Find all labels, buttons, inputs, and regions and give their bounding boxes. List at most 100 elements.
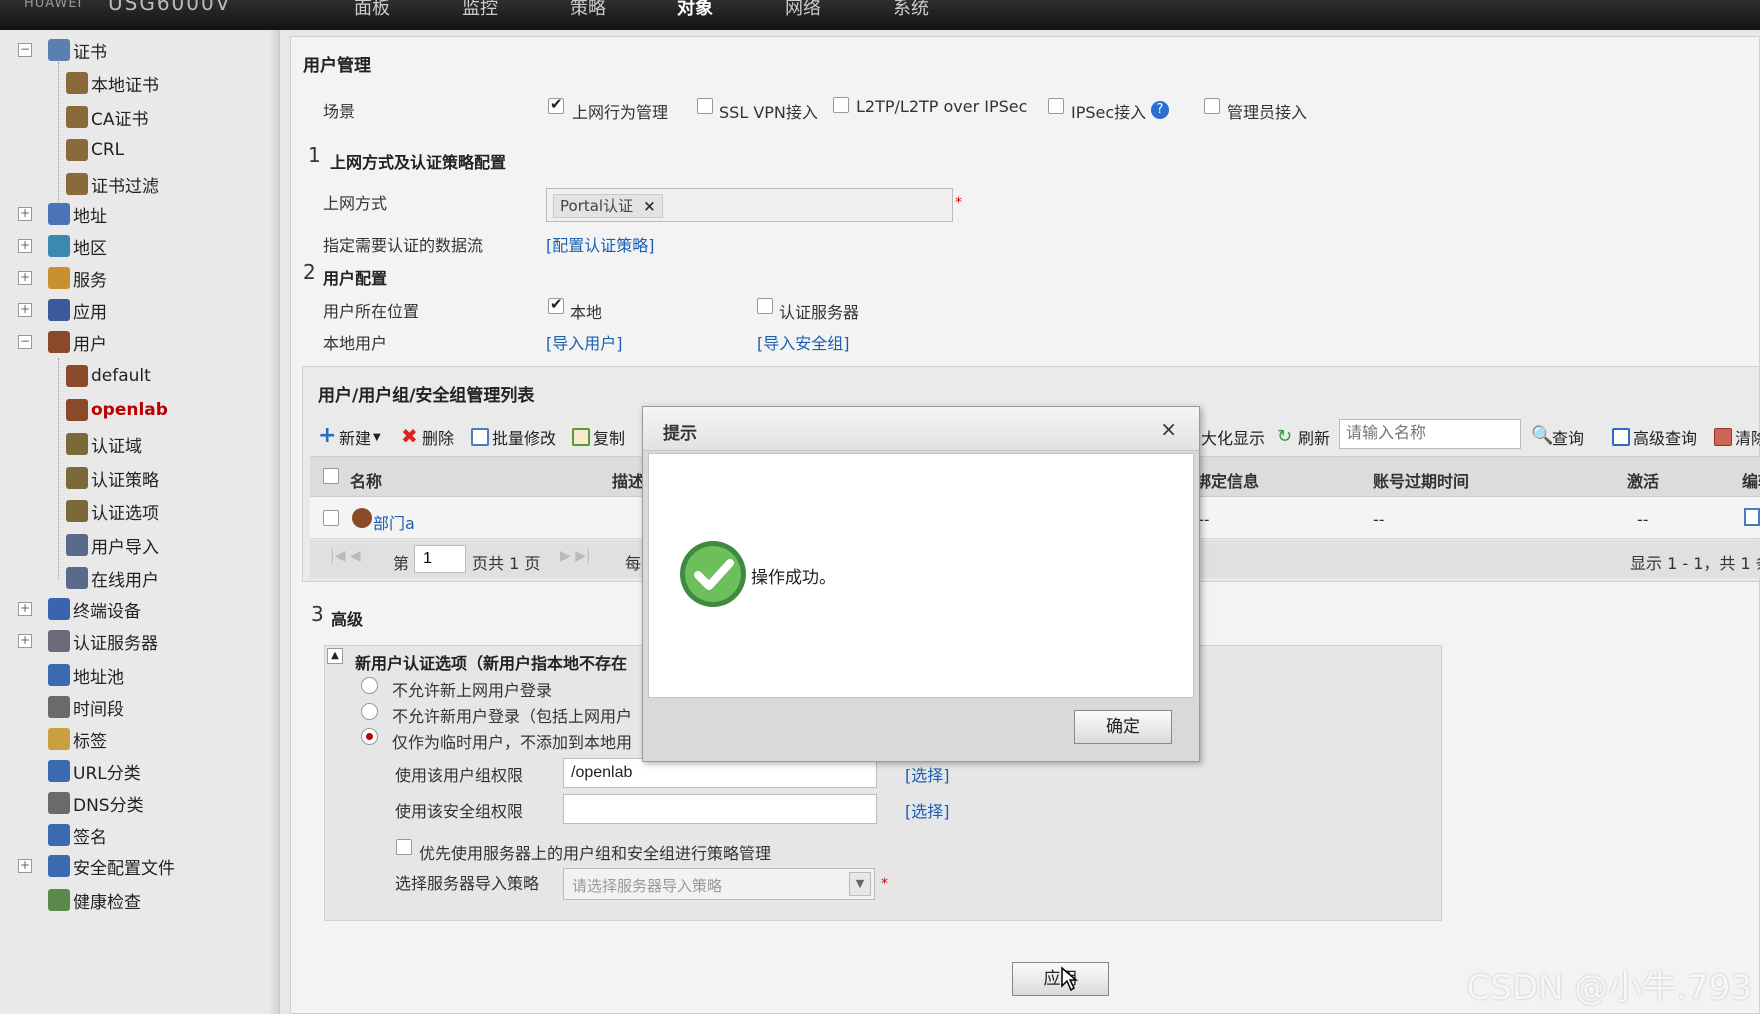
option-radio-deny-web[interactable]	[361, 677, 378, 694]
nav-policy[interactable]: 策略	[570, 0, 606, 30]
refresh-button[interactable]: ↻ 刷新	[1277, 425, 1330, 449]
group-select-link[interactable]: [选择]	[905, 762, 950, 786]
nav-object[interactable]: 对象	[677, 0, 713, 30]
batch-edit-button[interactable]: 批量修改	[471, 425, 556, 449]
nav-network[interactable]: 网络	[785, 0, 821, 30]
location-local-checkbox[interactable]	[548, 295, 564, 314]
help-icon[interactable]: ?	[1151, 101, 1169, 119]
query-button[interactable]: 🔍 查询	[1531, 425, 1584, 449]
sidebar-item-label: 证书过滤	[91, 176, 159, 197]
scene-checkbox-sslvpn[interactable]	[697, 98, 713, 114]
sidebar-item[interactable]: 认证域	[66, 430, 142, 458]
import-security-group-link[interactable]: [导入安全组]	[757, 330, 850, 354]
delete-button[interactable]: ✖ 删除	[401, 425, 454, 449]
sidebar-item[interactable]: CA证书	[66, 103, 149, 131]
sidebar-item-label: 时间段	[73, 699, 124, 720]
tree-node-icon	[66, 433, 88, 455]
sidebar-item[interactable]: default	[66, 362, 151, 390]
sidebar-item[interactable]: 在线用户	[66, 564, 159, 592]
option-radio-deny-all[interactable]	[361, 703, 378, 720]
sidebar-item[interactable]: 地址	[48, 200, 107, 228]
nav-monitor[interactable]: 监控	[462, 0, 498, 30]
sidebar-item[interactable]: 应用	[48, 296, 107, 324]
sidebar-item[interactable]: 证书	[48, 36, 107, 64]
select-all-checkbox[interactable]	[323, 468, 339, 484]
option-radio-temp-user[interactable]	[361, 728, 378, 745]
column-header-expire[interactable]: 账号过期时间	[1373, 468, 1469, 492]
collapse-icon[interactable]: −	[18, 43, 32, 57]
expand-icon[interactable]: +	[18, 207, 32, 221]
expand-icon[interactable]: +	[18, 602, 32, 616]
expand-icon[interactable]: +	[18, 859, 32, 873]
location-server-checkbox[interactable]	[757, 298, 773, 314]
scene-checkbox-web[interactable]	[548, 95, 564, 114]
tag-remove-icon[interactable]: ×	[643, 195, 656, 217]
sidebar-item[interactable]: 时间段	[48, 693, 124, 721]
dialog-message: 操作成功。	[751, 568, 836, 588]
scene-checkbox-ipsec[interactable]	[1048, 98, 1064, 114]
close-icon[interactable]: ×	[1160, 417, 1177, 441]
copy-button[interactable]: 复制	[572, 425, 625, 449]
expand-icon[interactable]: +	[18, 239, 32, 253]
dialog-ok-button[interactable]: 确定	[1074, 710, 1172, 744]
sidebar-item[interactable]: 服务	[48, 264, 107, 292]
group-permission-input[interactable]	[563, 758, 877, 788]
sidebar-item-label: 终端设备	[73, 601, 141, 622]
sidebar-item[interactable]: URL分类	[48, 757, 141, 785]
sidebar-item[interactable]: 本地证书	[66, 69, 159, 97]
sidebar-item[interactable]: 标签	[48, 725, 107, 753]
new-user-options-title: 新用户认证选项（新用户指本地不存在	[355, 654, 628, 673]
tree-guide-line	[58, 358, 59, 580]
sidebar-item[interactable]: 地址池	[48, 661, 124, 689]
row-checkbox[interactable]	[323, 510, 339, 526]
column-header-edit[interactable]: 编辑	[1742, 468, 1760, 492]
expand-icon[interactable]: +	[18, 634, 32, 648]
sidebar-item[interactable]: 签名	[48, 821, 107, 849]
sidebar-item[interactable]: 终端设备	[48, 595, 141, 623]
sidebar-item[interactable]: 认证服务器	[48, 627, 158, 655]
advanced-query-button[interactable]: 高级查询	[1612, 425, 1697, 449]
copy-icon	[572, 428, 590, 446]
security-group-select-link[interactable]: [选择]	[905, 798, 950, 822]
row-name-link[interactable]: 部门a	[373, 510, 415, 534]
pager-display-info: 显示 1 - 1，共 1 条	[1630, 554, 1760, 573]
prefer-server-label: 优先使用服务器上的用户组和安全组进行策略管理	[419, 844, 772, 863]
edit-icon[interactable]	[1744, 508, 1760, 526]
scene-checkbox-l2tp[interactable]	[833, 97, 849, 113]
nav-dashboard[interactable]: 面板	[354, 0, 390, 30]
sidebar-item[interactable]: 健康检查	[48, 886, 141, 914]
tree-node-icon	[48, 235, 70, 257]
new-button[interactable]: + 新建 ▼	[318, 425, 381, 449]
expand-icon[interactable]: +	[18, 271, 32, 285]
sidebar-item[interactable]: 安全配置文件	[48, 852, 175, 880]
prefer-server-checkbox[interactable]	[396, 839, 412, 855]
nav-system[interactable]: 系统	[893, 0, 929, 30]
sidebar-item[interactable]: 用户导入	[66, 531, 159, 559]
clear-button[interactable]: 清除	[1714, 425, 1760, 449]
column-header-name[interactable]: 名称	[350, 468, 382, 492]
import-policy-label: 选择服务器导入策略	[395, 874, 540, 893]
sidebar-item[interactable]: 地区	[48, 232, 107, 260]
sidebar-item[interactable]: openlab	[66, 396, 168, 424]
import-user-link[interactable]: [导入用户]	[546, 330, 623, 354]
config-auth-policy-link[interactable]: [配置认证策略]	[546, 232, 655, 256]
column-header-active[interactable]: 激活	[1627, 468, 1659, 492]
expand-icon[interactable]: +	[18, 303, 32, 317]
column-header-desc[interactable]: 描述	[612, 468, 644, 492]
scene-checkbox-admin[interactable]	[1204, 98, 1220, 114]
sidebar-item-label: CA证书	[91, 109, 149, 130]
sidebar-item[interactable]: CRL	[66, 136, 124, 164]
column-header-binding[interactable]: 绑定信息	[1195, 468, 1259, 492]
pager-page-input[interactable]	[414, 545, 466, 573]
security-group-input[interactable]	[563, 794, 877, 824]
sidebar-item[interactable]: 认证策略	[66, 464, 159, 492]
sidebar-item[interactable]: 用户	[48, 328, 107, 356]
collapse-icon[interactable]: −	[18, 335, 32, 349]
sidebar-item[interactable]: 认证选项	[66, 497, 159, 525]
search-input[interactable]	[1339, 419, 1521, 449]
sidebar-item[interactable]: 证书过滤	[66, 170, 159, 198]
chevron-down-icon[interactable]: ▼	[849, 872, 871, 896]
sidebar-item-label: 安全配置文件	[73, 858, 175, 879]
sidebar-item[interactable]: DNS分类	[48, 789, 144, 817]
collapse-icon[interactable]: ▲	[327, 648, 343, 664]
